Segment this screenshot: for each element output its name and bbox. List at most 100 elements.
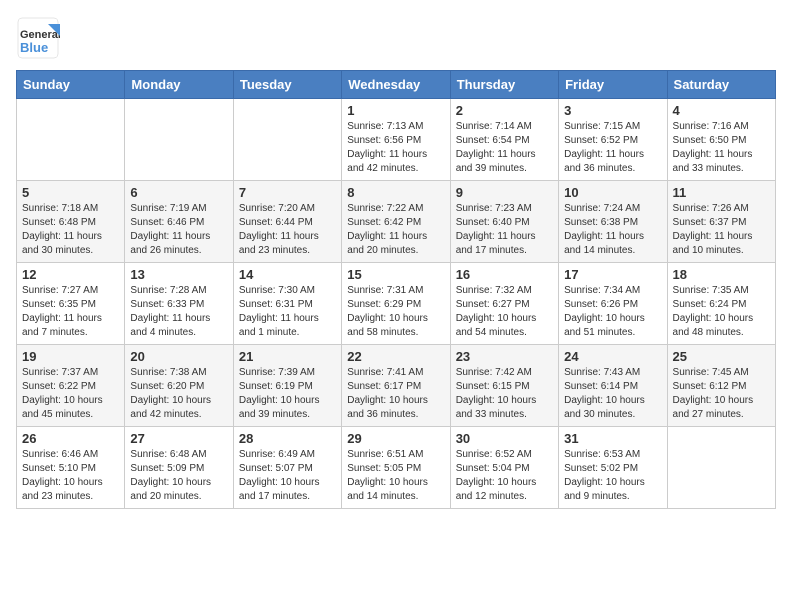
day-number: 8 (347, 185, 444, 200)
day-info: Sunrise: 7:37 AM Sunset: 6:22 PM Dayligh… (22, 366, 119, 422)
day-number: 10 (564, 185, 661, 200)
calendar-cell: 12 Sunrise: 7:27 AM Sunset: 6:35 PM Dayli… (17, 263, 125, 345)
calendar-cell: 21 Sunrise: 7:39 AM Sunset: 6:19 PM Dayli… (233, 345, 341, 427)
day-number: 1 (347, 103, 444, 118)
day-info: Sunrise: 7:30 AM Sunset: 6:31 PM Dayligh… (239, 284, 336, 340)
day-number: 4 (673, 103, 770, 118)
calendar-cell: 28 Sunrise: 6:49 AM Sunset: 5:07 PM Dayli… (233, 427, 341, 509)
day-number: 24 (564, 349, 661, 364)
day-info: Sunrise: 7:31 AM Sunset: 6:29 PM Dayligh… (347, 284, 444, 340)
day-info: Sunrise: 7:27 AM Sunset: 6:35 PM Dayligh… (22, 284, 119, 340)
day-number: 12 (22, 267, 119, 282)
day-number: 31 (564, 431, 661, 446)
day-number: 13 (130, 267, 227, 282)
day-info: Sunrise: 7:13 AM Sunset: 6:56 PM Dayligh… (347, 120, 444, 176)
dow-header-monday: Monday (125, 71, 233, 99)
calendar-cell (233, 99, 341, 181)
day-info: Sunrise: 6:49 AM Sunset: 5:07 PM Dayligh… (239, 448, 336, 504)
day-number: 14 (239, 267, 336, 282)
calendar-cell: 10 Sunrise: 7:24 AM Sunset: 6:38 PM Dayli… (559, 181, 667, 263)
dow-header-sunday: Sunday (17, 71, 125, 99)
day-info: Sunrise: 6:48 AM Sunset: 5:09 PM Dayligh… (130, 448, 227, 504)
day-info: Sunrise: 6:53 AM Sunset: 5:02 PM Dayligh… (564, 448, 661, 504)
day-number: 21 (239, 349, 336, 364)
day-number: 30 (456, 431, 553, 446)
calendar-cell: 25Sunrise: 7:45 AM Sunset: 6:12 PM Dayli… (667, 345, 775, 427)
day-number: 2 (456, 103, 553, 118)
calendar: SundayMondayTuesdayWednesdayThursdayFrid… (16, 70, 776, 509)
calendar-cell: 5 Sunrise: 7:18 AM Sunset: 6:48 PM Daylig… (17, 181, 125, 263)
day-info: Sunrise: 7:26 AM Sunset: 6:37 PM Dayligh… (673, 202, 770, 258)
calendar-cell (125, 99, 233, 181)
calendar-cell: 2 Sunrise: 7:14 AM Sunset: 6:54 PM Daylig… (450, 99, 558, 181)
calendar-cell: 1 Sunrise: 7:13 AM Sunset: 6:56 PM Daylig… (342, 99, 450, 181)
calendar-cell: 11 Sunrise: 7:26 AM Sunset: 6:37 PM Dayli… (667, 181, 775, 263)
day-info: Sunrise: 6:51 AM Sunset: 5:05 PM Dayligh… (347, 448, 444, 504)
day-number: 23 (456, 349, 553, 364)
week-row-4: 19 Sunrise: 7:37 AM Sunset: 6:22 PM Dayli… (17, 345, 776, 427)
day-info: Sunrise: 7:14 AM Sunset: 6:54 PM Dayligh… (456, 120, 553, 176)
day-info: Sunrise: 7:16 AM Sunset: 6:50 PM Dayligh… (673, 120, 770, 176)
calendar-cell: 27 Sunrise: 6:48 AM Sunset: 5:09 PM Dayli… (125, 427, 233, 509)
calendar-cell: 17 Sunrise: 7:34 AM Sunset: 6:26 PM Dayli… (559, 263, 667, 345)
day-info: Sunrise: 7:39 AM Sunset: 6:19 PM Dayligh… (239, 366, 336, 422)
calendar-cell: 15 Sunrise: 7:31 AM Sunset: 6:29 PM Dayli… (342, 263, 450, 345)
week-row-3: 12 Sunrise: 7:27 AM Sunset: 6:35 PM Dayli… (17, 263, 776, 345)
calendar-cell: 18Sunrise: 7:35 AM Sunset: 6:24 PM Dayli… (667, 263, 775, 345)
day-number: 26 (22, 431, 119, 446)
calendar-cell: 30 Sunrise: 6:52 AM Sunset: 5:04 PM Dayli… (450, 427, 558, 509)
dow-header-thursday: Thursday (450, 71, 558, 99)
week-row-2: 5 Sunrise: 7:18 AM Sunset: 6:48 PM Daylig… (17, 181, 776, 263)
day-info: Sunrise: 7:28 AM Sunset: 6:33 PM Dayligh… (130, 284, 227, 340)
day-info: Sunrise: 7:41 AM Sunset: 6:17 PM Dayligh… (347, 366, 444, 422)
day-info: Sunrise: 6:46 AM Sunset: 5:10 PM Dayligh… (22, 448, 119, 504)
day-info: Sunrise: 7:38 AM Sunset: 6:20 PM Dayligh… (130, 366, 227, 422)
day-number: 5 (22, 185, 119, 200)
day-number: 27 (130, 431, 227, 446)
day-number: 6 (130, 185, 227, 200)
day-info: Sunrise: 7:42 AM Sunset: 6:15 PM Dayligh… (456, 366, 553, 422)
calendar-cell: 4 Sunrise: 7:16 AM Sunset: 6:50 PM Daylig… (667, 99, 775, 181)
calendar-cell: 24 Sunrise: 7:43 AM Sunset: 6:14 PM Dayli… (559, 345, 667, 427)
day-number: 22 (347, 349, 444, 364)
calendar-cell: 8 Sunrise: 7:22 AM Sunset: 6:42 PM Daylig… (342, 181, 450, 263)
day-number: 11 (673, 185, 770, 200)
day-number: 17 (564, 267, 661, 282)
day-info: Sunrise: 7:18 AM Sunset: 6:48 PM Dayligh… (22, 202, 119, 258)
calendar-cell: 31 Sunrise: 6:53 AM Sunset: 5:02 PM Dayli… (559, 427, 667, 509)
day-info: Sunrise: 7:20 AM Sunset: 6:44 PM Dayligh… (239, 202, 336, 258)
day-number: 15 (347, 267, 444, 282)
day-number: 29 (347, 431, 444, 446)
calendar-cell: 22 Sunrise: 7:41 AM Sunset: 6:17 PM Dayli… (342, 345, 450, 427)
days-of-week-row: SundayMondayTuesdayWednesdayThursdayFrid… (17, 71, 776, 99)
svg-text:Blue: Blue (20, 40, 48, 55)
day-info: Sunrise: 6:52 AM Sunset: 5:04 PM Dayligh… (456, 448, 553, 504)
calendar-cell: 3 Sunrise: 7:15 AM Sunset: 6:52 PM Daylig… (559, 99, 667, 181)
day-number: 19 (22, 349, 119, 364)
dow-header-saturday: Saturday (667, 71, 775, 99)
calendar-cell: 13 Sunrise: 7:28 AM Sunset: 6:33 PM Dayli… (125, 263, 233, 345)
dow-header-friday: Friday (559, 71, 667, 99)
day-info: Sunrise: 7:15 AM Sunset: 6:52 PM Dayligh… (564, 120, 661, 176)
day-number: 18 (673, 267, 770, 282)
day-info: Sunrise: 7:43 AM Sunset: 6:14 PM Dayligh… (564, 366, 661, 422)
day-info: Sunrise: 7:32 AM Sunset: 6:27 PM Dayligh… (456, 284, 553, 340)
day-info: Sunrise: 7:34 AM Sunset: 6:26 PM Dayligh… (564, 284, 661, 340)
week-row-5: 26 Sunrise: 6:46 AM Sunset: 5:10 PM Dayli… (17, 427, 776, 509)
header: General Blue (16, 16, 776, 60)
day-info: Sunrise: 7:19 AM Sunset: 6:46 PM Dayligh… (130, 202, 227, 258)
week-row-1: 1 Sunrise: 7:13 AM Sunset: 6:56 PM Daylig… (17, 99, 776, 181)
day-number: 3 (564, 103, 661, 118)
logo: General Blue (16, 16, 60, 60)
day-info: Sunrise: 7:45 AM Sunset: 6:12 PM Dayligh… (673, 366, 770, 422)
day-info: Sunrise: 7:23 AM Sunset: 6:40 PM Dayligh… (456, 202, 553, 258)
day-number: 9 (456, 185, 553, 200)
calendar-cell: 9 Sunrise: 7:23 AM Sunset: 6:40 PM Daylig… (450, 181, 558, 263)
calendar-cell: 29 Sunrise: 6:51 AM Sunset: 5:05 PM Dayli… (342, 427, 450, 509)
calendar-cell: 16Sunrise: 7:32 AM Sunset: 6:27 PM Dayli… (450, 263, 558, 345)
day-info: Sunrise: 7:24 AM Sunset: 6:38 PM Dayligh… (564, 202, 661, 258)
day-number: 28 (239, 431, 336, 446)
day-info: Sunrise: 7:22 AM Sunset: 6:42 PM Dayligh… (347, 202, 444, 258)
day-number: 20 (130, 349, 227, 364)
calendar-cell: 23 Sunrise: 7:42 AM Sunset: 6:15 PM Dayli… (450, 345, 558, 427)
